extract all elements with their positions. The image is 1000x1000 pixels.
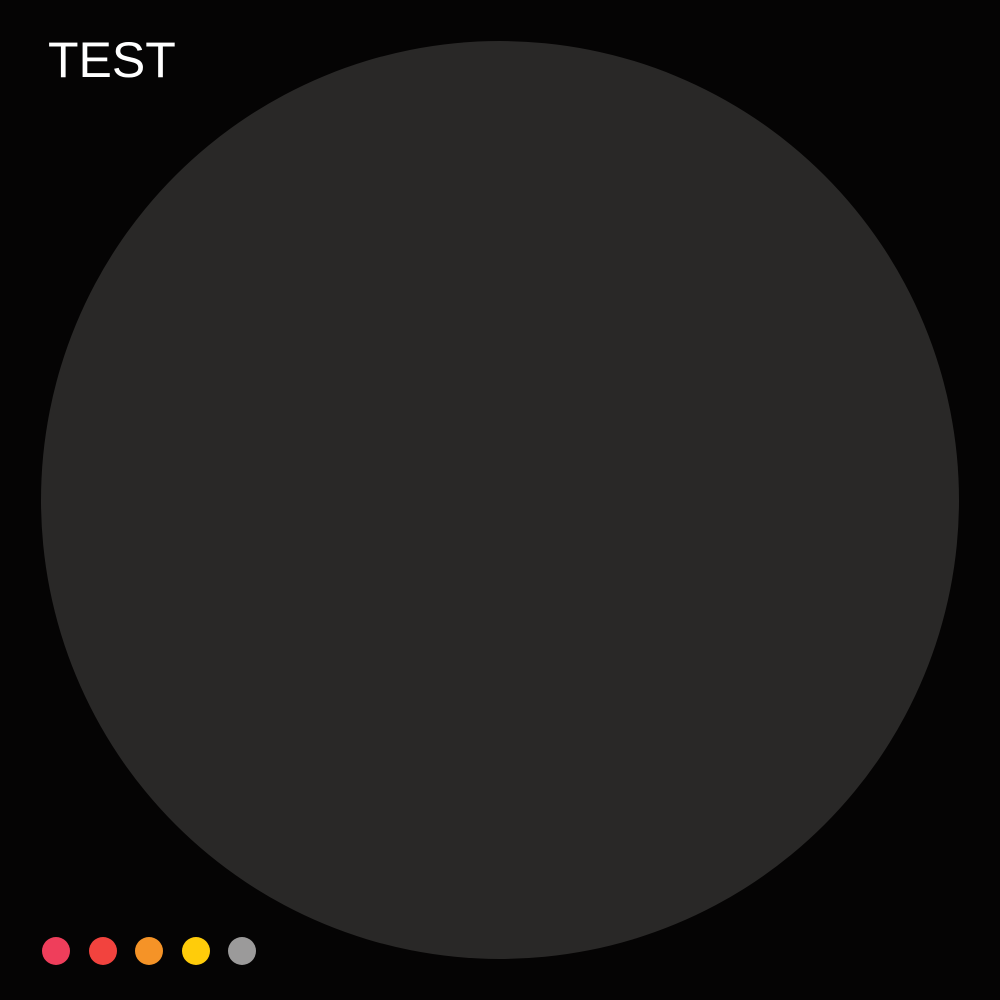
color-swatches bbox=[42, 937, 256, 965]
swatch-orange[interactable] bbox=[135, 937, 163, 965]
swatch-red[interactable] bbox=[88, 937, 117, 965]
canvas: TEST bbox=[0, 0, 1000, 1000]
page-title: TEST bbox=[48, 32, 176, 88]
swatch-gray[interactable] bbox=[228, 937, 256, 965]
main-circle bbox=[41, 41, 959, 959]
swatch-yellow[interactable] bbox=[181, 937, 210, 965]
swatch-pink-red[interactable] bbox=[42, 937, 70, 965]
